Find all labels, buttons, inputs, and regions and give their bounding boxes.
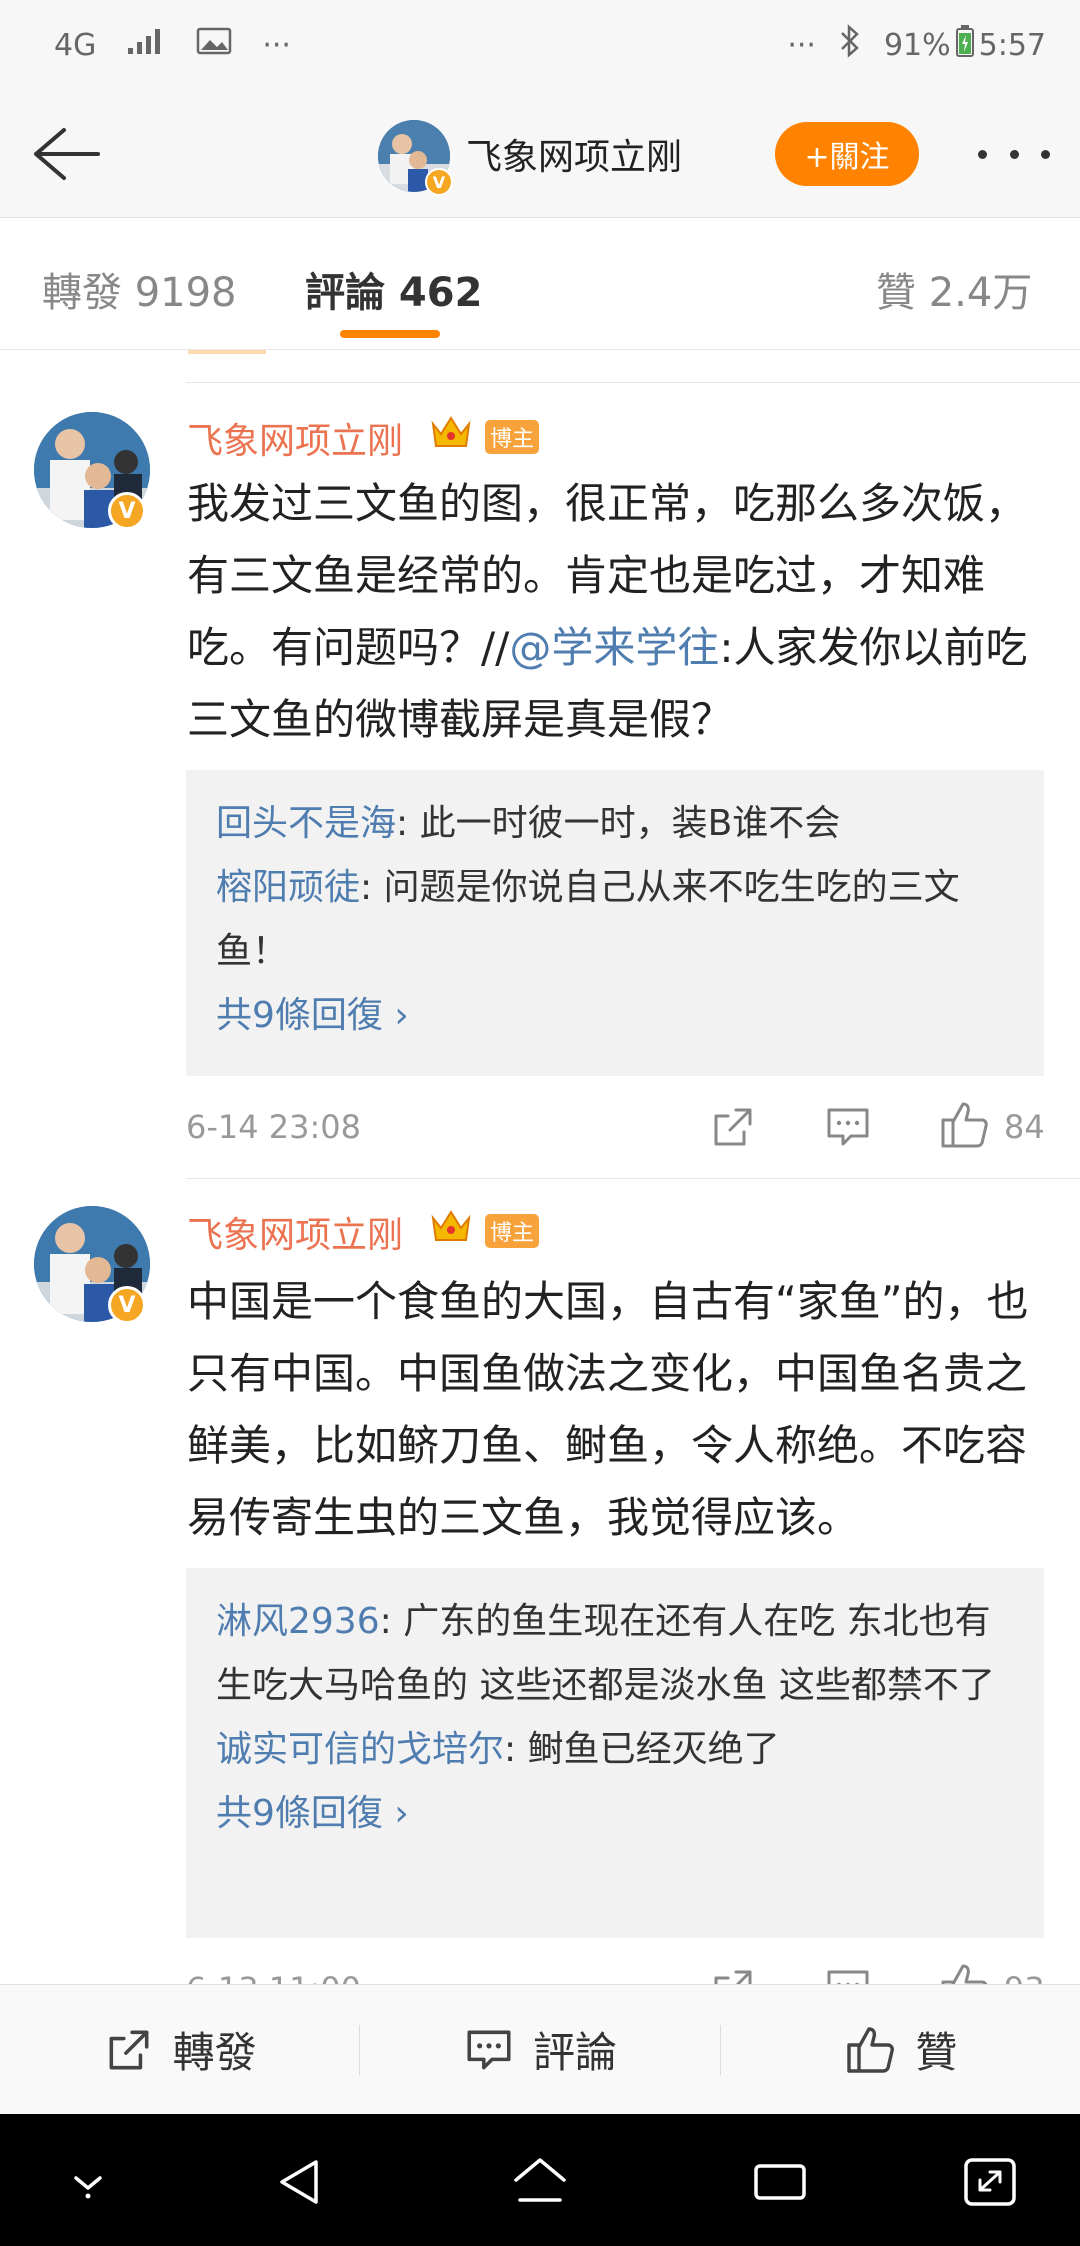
hide-keyboard-icon[interactable] xyxy=(58,2154,118,2210)
tab-reposts[interactable]: 轉發 9198 xyxy=(42,260,237,318)
home-nav-icon[interactable] xyxy=(510,2154,570,2210)
bluetooth-icon xyxy=(838,24,862,66)
like-count: 84 xyxy=(1004,1108,1045,1146)
clock: 5:57 xyxy=(978,27,1046,63)
repost-label: 轉發 xyxy=(172,2028,257,2077)
status-bar: 4G ··· ··· 91% 5:57 xyxy=(0,0,1080,90)
reply-item: 淋风2936: 广东的鱼生现在还有人在吃 东北也有生吃大马哈鱼的 这些还都是淡水… xyxy=(216,1590,1014,1718)
dot-icon xyxy=(978,149,987,159)
commenter-name[interactable]: 飞象网项立刚 xyxy=(187,1206,403,1258)
right-more-indicator: ··· xyxy=(787,27,816,63)
back-nav-icon[interactable] xyxy=(270,2154,330,2210)
host-badge: 博主 xyxy=(485,1214,539,1248)
crown-icon xyxy=(431,416,471,447)
reply-author[interactable]: 回头不是海 xyxy=(216,803,396,844)
network-type-indicator: 4G xyxy=(54,27,97,63)
scroll-remnant xyxy=(188,350,266,354)
repost-icon xyxy=(109,2030,149,2069)
reply-text: : 鲥鱼已经灭绝了 xyxy=(504,1729,780,1770)
crown-icon xyxy=(431,1210,471,1241)
signal-icon xyxy=(126,26,166,64)
comment-button[interactable]: 評論 xyxy=(360,1985,719,2114)
divider xyxy=(186,1178,1080,1179)
comment-label: 評論 xyxy=(532,2028,617,2077)
verified-icon: V xyxy=(108,492,146,530)
repost-button[interactable]: 轉發 xyxy=(0,1985,359,2114)
reply-author[interactable]: 淋风2936 xyxy=(216,1601,380,1642)
comment-item: V 飞象网项立刚 博主 中国是一个食鱼的大国，自古有“家鱼”的，也只有中国。中国… xyxy=(0,1206,1080,2010)
mention-link[interactable]: @学来学往 xyxy=(509,623,719,672)
header-username: 飞象网项立刚 xyxy=(466,137,683,178)
verified-icon: V xyxy=(425,168,453,196)
verified-icon: V xyxy=(108,1286,146,1324)
comment-timestamp: 6-14 23:08 xyxy=(186,1108,362,1146)
like-icon[interactable] xyxy=(937,1098,991,1152)
comment-text: 我发过三文鱼的图，很正常，吃那么多次饭，有三文鱼是经常的。肯定也是吃过，才知难吃… xyxy=(187,468,1047,756)
dot-icon xyxy=(1009,149,1019,159)
comment-item: V 飞象网项立刚 博主 我发过三文鱼的图，很正常，吃那么多次饭，有三文鱼是经常的… xyxy=(0,412,1080,1172)
dot-icon xyxy=(1041,149,1050,159)
recent-apps-icon[interactable] xyxy=(750,2154,810,2210)
reply-author[interactable]: 诚实可信的戈培尔 xyxy=(216,1729,504,1770)
active-tab-indicator xyxy=(340,330,440,338)
like-label: 贊 xyxy=(915,2028,958,2077)
fullscreen-icon[interactable] xyxy=(960,2154,1020,2210)
bottom-action-bar: 轉發 評論 贊 xyxy=(0,1984,1080,2114)
follow-button[interactable]: +關注 xyxy=(775,122,919,186)
back-arrow-icon xyxy=(34,128,100,180)
share-icon[interactable] xyxy=(708,1102,758,1152)
system-navigation-bar xyxy=(0,2114,1080,2246)
reply-comment-icon[interactable] xyxy=(823,1102,873,1152)
view-all-replies-link[interactable]: 共9條回復 › xyxy=(216,984,1014,1048)
more-options-button[interactable] xyxy=(978,130,1050,178)
image-notification-icon xyxy=(196,26,232,64)
thumbs-up-icon xyxy=(847,2026,895,2073)
tab-likes[interactable]: 贊 2.4万 xyxy=(876,260,1032,318)
battery-charging-icon xyxy=(955,24,975,66)
reply-author[interactable]: 榕阳顽徒 xyxy=(216,867,360,908)
reply-preview-box[interactable]: 淋风2936: 广东的鱼生现在还有人在吃 东北也有生吃大马哈鱼的 这些还都是淡水… xyxy=(186,1568,1044,1938)
reply-item: 回头不是海: 此一时彼一时，装B谁不会 xyxy=(216,792,1014,856)
divider xyxy=(186,382,1080,383)
comment-text: 中国是一个食鱼的大国，自古有“家鱼”的，也只有中国。中国鱼做法之变化，中国鱼名贵… xyxy=(187,1277,1029,1542)
tab-comments[interactable]: 評論 462 xyxy=(305,260,482,318)
comment-icon xyxy=(467,2030,511,2069)
reply-preview-box[interactable]: 回头不是海: 此一时彼一时，装B谁不会 榕阳顽徒: 问题是你说自己从来不吃生吃的… xyxy=(186,770,1044,1076)
host-badge: 博主 xyxy=(485,420,539,454)
commenter-name[interactable]: 飞象网项立刚 xyxy=(187,412,403,464)
back-button[interactable] xyxy=(26,120,106,188)
reply-item: 榕阳顽徒: 问题是你说自己从来不吃生吃的三文鱼！ xyxy=(216,856,1014,984)
tab-bar: 轉發 9198 評論 462 贊 2.4万 xyxy=(0,218,1080,350)
top-header: V 飞象网项立刚 +關注 xyxy=(0,90,1080,218)
like-button[interactable]: 贊 xyxy=(721,1985,1080,2114)
view-all-replies-link[interactable]: 共9條回復 › xyxy=(216,1782,1014,1846)
reply-text: : 此一时彼一时，装B谁不会 xyxy=(396,803,841,844)
battery-percent: 91% xyxy=(883,27,951,63)
more-notifications-indicator: ··· xyxy=(262,27,291,63)
reply-item: 诚实可信的戈培尔: 鲥鱼已经灭绝了 xyxy=(216,1718,1014,1782)
